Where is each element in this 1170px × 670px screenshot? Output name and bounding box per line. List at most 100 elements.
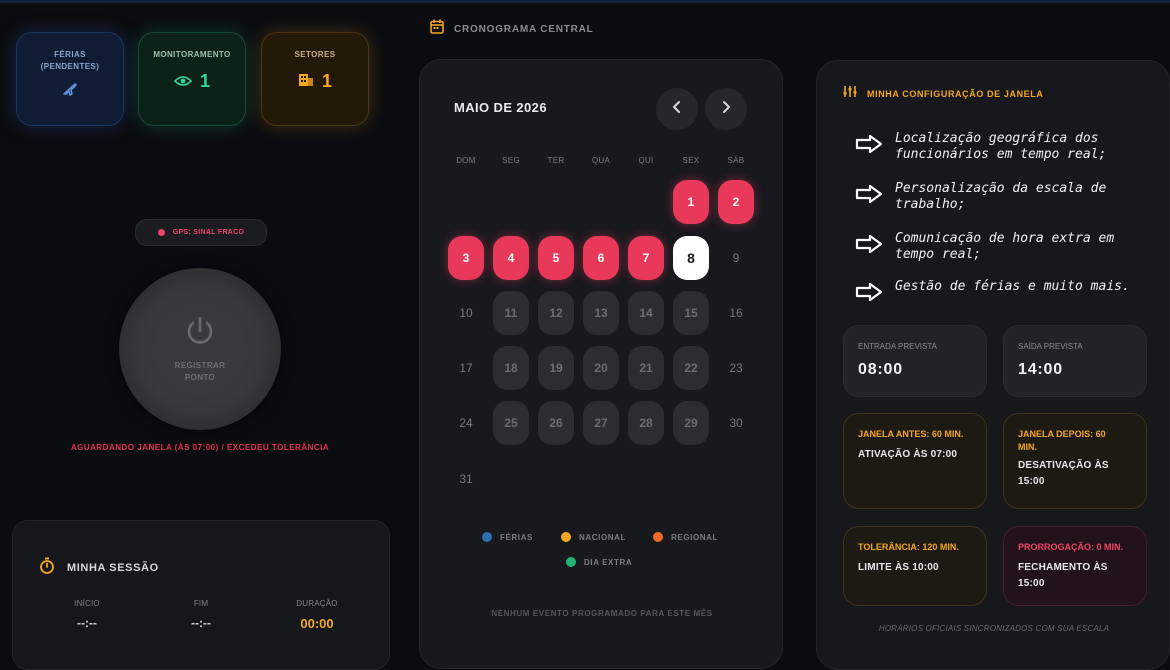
janela-depois-card: JANELA DEPOIS: 60 MIN. DESATIVAÇÃO ÀS 15… xyxy=(1003,413,1147,509)
session-duracao-value: 00:00 xyxy=(300,616,334,631)
session-panel: MINHA SESSÃO INÍCIO --:-- FIM --:-- DURA… xyxy=(12,520,390,670)
sliders-icon xyxy=(843,85,857,103)
tolerancia-value: LIMITE ÀS 10:00 xyxy=(858,562,939,573)
calendar-day[interactable]: 19 xyxy=(538,346,574,390)
arrow-right-icon xyxy=(855,279,883,307)
registrar-ponto-button[interactable]: REGISTRAR PONTO xyxy=(119,268,281,430)
stopwatch-icon xyxy=(39,557,55,579)
calendar-day[interactable]: 6 xyxy=(583,236,619,280)
chevron-right-icon xyxy=(721,100,731,119)
no-events-message: NENHUM EVENTO PROGRAMADO PARA ESTE MÊS xyxy=(491,609,713,618)
calendar-day[interactable]: 14 xyxy=(628,291,664,335)
calendar-day[interactable]: 20 xyxy=(583,346,619,390)
calendar-day[interactable]: 25 xyxy=(493,401,529,445)
calendar-day[interactable]: 4 xyxy=(493,236,529,280)
calendar-day[interactable]: 13 xyxy=(583,291,619,335)
calendar-day[interactable]: 7 xyxy=(628,236,664,280)
stat-ferias-pendentes[interactable]: FÉRIAS (PENDENTES) xyxy=(16,32,124,126)
prorrogacao-card: PRORROGAÇÃO: 0 MIN. FECHAMENTO ÀS 15:00 xyxy=(1003,526,1147,606)
legend-label-nacional: NACIONAL xyxy=(579,532,627,542)
next-month-button[interactable] xyxy=(705,88,747,130)
legend-item-ferias: FÉRIAS xyxy=(482,532,533,542)
stat-monitoramento-label: MONITORAMENTO xyxy=(153,50,231,59)
calendar-day[interactable]: 24 xyxy=(448,401,484,445)
weekday-label: SÁB xyxy=(727,156,745,165)
calendar-day[interactable]: 12 xyxy=(538,291,574,335)
legend-dot-regional xyxy=(653,532,663,542)
tolerancia-label: TOLERÂNCIA: 120 MIN. xyxy=(858,542,959,552)
session-inicio-label: INÍCIO xyxy=(74,599,100,608)
stat-monitoramento[interactable]: MONITORAMENTO 1 xyxy=(138,32,246,126)
eye-icon xyxy=(173,71,193,92)
session-duracao: DURAÇÃO 00:00 xyxy=(272,599,362,631)
calendar-day-today[interactable]: 8 xyxy=(673,236,709,280)
calendar-day[interactable]: 27 xyxy=(583,401,619,445)
registrar-ponto-label: REGISTRAR PONTO xyxy=(174,361,226,382)
power-icon xyxy=(183,314,217,348)
cronograma-header: CRONOGRAMA CENTRAL xyxy=(430,19,594,39)
stat-setores[interactable]: SETORES 1 xyxy=(261,32,369,126)
calendar-day[interactable]: 15 xyxy=(673,291,709,335)
calendar-day[interactable]: 18 xyxy=(493,346,529,390)
tolerancia-card: TOLERÂNCIA: 120 MIN. LIMITE ÀS 10:00 xyxy=(843,526,987,606)
weekday-label: QUA xyxy=(591,156,611,165)
janela-antes-value: ATIVAÇÃO ÀS 07:00 xyxy=(858,449,958,460)
cronograma-title: CRONOGRAMA CENTRAL xyxy=(454,23,594,35)
calendar-day[interactable]: 1 xyxy=(673,180,709,224)
janela-depois-value: DESATIVAÇÃO ÀS 15:00 xyxy=(1018,460,1109,487)
window-config-title: MINHA CONFIGURAÇÃO DE JANELA xyxy=(867,89,1044,99)
calendar-day[interactable]: 3 xyxy=(448,236,484,280)
plane-icon xyxy=(62,81,78,102)
session-duracao-label: DURAÇÃO xyxy=(296,599,338,608)
prorrogacao-value: FECHAMENTO ÀS 15:00 xyxy=(1018,562,1108,589)
prorrogacao-label: PRORROGAÇÃO: 0 MIN. xyxy=(1018,542,1124,552)
entrada-prevista-card: ENTRADA PREVISTA 08:00 xyxy=(843,325,987,397)
janela-antes-label: JANELA ANTES: 60 MIN. xyxy=(858,429,964,439)
entrada-prevista-label: ENTRADA PREVISTA xyxy=(858,342,937,351)
calendar-day[interactable]: 31 xyxy=(448,457,484,501)
window-status-message: AGUARDANDO JANELA (ÀS 07:00) / EXCEDEU T… xyxy=(70,443,330,452)
stat-ferias-label: FÉRIAS (PENDENTES) xyxy=(40,50,100,71)
calendar-day[interactable]: 28 xyxy=(628,401,664,445)
legend-label-regional: REGIONAL xyxy=(671,532,719,542)
arrow-right-icon xyxy=(855,231,883,259)
calendar-day[interactable]: 23 xyxy=(718,346,754,390)
feature-text-vacations: Gestão de férias e muito mais. xyxy=(895,279,1130,294)
calendar-day[interactable]: 30 xyxy=(718,401,754,445)
calendar-day[interactable]: 17 xyxy=(448,346,484,390)
feature-text-geolocation: Localização geográfica dos funcionários … xyxy=(895,131,1107,162)
calendar-day[interactable]: 9 xyxy=(718,236,754,280)
arrow-right-icon xyxy=(855,181,883,209)
calendar-day[interactable]: 21 xyxy=(628,346,664,390)
building-icon xyxy=(298,71,314,92)
weekday-label: SEX xyxy=(682,156,700,165)
calendar-month-title: MAIO DE 2026 xyxy=(454,100,547,115)
weekday-label: TER xyxy=(547,156,565,165)
feature-text-overtime: Comunicação de hora extra em tempo real; xyxy=(895,231,1115,262)
session-inicio: INÍCIO --:-- xyxy=(42,599,132,630)
calendar-day[interactable]: 22 xyxy=(673,346,709,390)
calendar-panel: MAIO DE 2026 DOM SEG TER QUA QUI SEX SÁB 12345… xyxy=(419,59,783,669)
legend-dot-nacional xyxy=(561,532,571,542)
entrada-prevista-value: 08:00 xyxy=(858,361,903,378)
calendar-day[interactable]: 5 xyxy=(538,236,574,280)
calendar-day[interactable]: 2 xyxy=(718,180,754,224)
feature-item-geolocation: Localização geográfica dos funcionários … xyxy=(855,131,1145,163)
stat-monitoramento-value: 1 xyxy=(139,71,245,92)
window-config-header: MINHA CONFIGURAÇÃO DE JANELA xyxy=(843,85,1043,103)
saida-prevista-value: 14:00 xyxy=(1018,361,1063,378)
saida-prevista-card: SAÍDA PREVISTA 14:00 xyxy=(1003,325,1147,397)
calendar-day[interactable]: 26 xyxy=(538,401,574,445)
calendar-day[interactable]: 10 xyxy=(448,291,484,335)
legend-item-regional: REGIONAL xyxy=(653,532,718,542)
session-fim: FIM --:-- xyxy=(156,599,246,630)
session-inicio-value: --:-- xyxy=(77,616,97,630)
calendar-day[interactable]: 29 xyxy=(673,401,709,445)
calendar-day[interactable]: 11 xyxy=(493,291,529,335)
janela-antes-card: JANELA ANTES: 60 MIN. ATIVAÇÃO ÀS 07:00 xyxy=(843,413,987,509)
legend-dot-ferias xyxy=(482,532,492,542)
prev-month-button[interactable] xyxy=(656,88,698,130)
legend-label-dia-extra: DIA EXTRA xyxy=(584,557,633,567)
calendar-icon xyxy=(430,19,444,39)
calendar-day[interactable]: 16 xyxy=(718,291,754,335)
